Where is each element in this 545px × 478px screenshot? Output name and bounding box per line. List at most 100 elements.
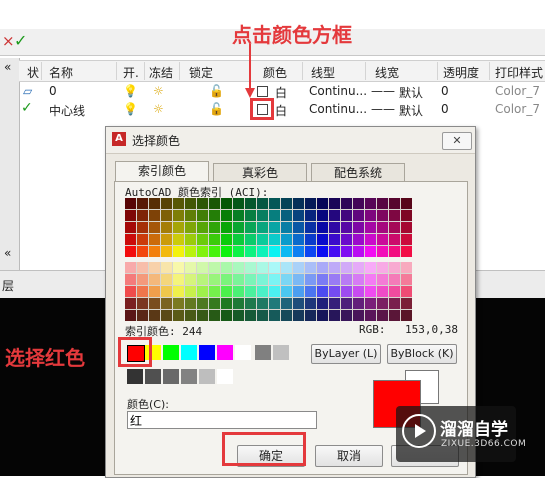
aci-color-cell[interactable] [293,246,304,257]
aci-color-cell[interactable] [221,274,232,285]
aci-color-cell[interactable] [185,298,196,309]
aci-color-cell[interactable] [197,234,208,245]
color-name[interactable]: 白 [275,102,287,119]
aci-color-cell[interactable] [305,210,316,221]
aci-color-cell[interactable] [125,198,136,209]
aci-color-cell[interactable] [257,262,268,273]
aci-color-cell[interactable] [197,210,208,221]
aci-color-cell[interactable] [389,210,400,221]
aci-color-cell[interactable] [317,298,328,309]
aci-color-cell[interactable] [173,286,184,297]
aci-color-cell[interactable] [245,246,256,257]
aci-color-cell[interactable] [329,198,340,209]
swatch-blue[interactable] [199,345,215,360]
aci-color-cell[interactable] [185,210,196,221]
aci-color-cell[interactable] [185,286,196,297]
aci-color-cell[interactable] [137,274,148,285]
aci-color-cell[interactable] [389,274,400,285]
aci-color-cell[interactable] [185,262,196,273]
layer-name[interactable]: 中心线 [49,102,85,119]
aci-color-cell[interactable] [185,198,196,209]
aci-color-cell[interactable] [185,274,196,285]
aci-color-cell[interactable] [197,198,208,209]
aci-color-cell[interactable] [341,210,352,221]
aci-color-cell[interactable] [365,310,376,321]
aci-color-cell[interactable] [197,222,208,233]
aci-color-cell[interactable] [365,298,376,309]
layer-row[interactable]: ▱ 0 💡 ☼ 🔓 白 Continu... —— 默认 0 Color_7 [19,82,545,100]
aci-color-cell[interactable] [173,298,184,309]
aci-color-cell[interactable] [257,310,268,321]
aci-color-cell[interactable] [281,274,292,285]
aci-color-cell[interactable] [221,198,232,209]
aci-color-cell[interactable] [365,234,376,245]
tab-index-color[interactable]: 索引颜色 [115,161,209,182]
aci-color-cell[interactable] [125,274,136,285]
aci-color-cell[interactable] [185,310,196,321]
aci-color-cell[interactable] [245,298,256,309]
aci-color-cell[interactable] [281,222,292,233]
aci-color-cell[interactable] [221,210,232,221]
aci-color-cell[interactable] [209,310,220,321]
aci-color-cell[interactable] [209,198,220,209]
aci-color-cell[interactable] [197,286,208,297]
aci-color-cell[interactable] [317,274,328,285]
aci-color-cell[interactable] [317,198,328,209]
aci-color-cell[interactable] [137,246,148,257]
aci-shade-palette[interactable] [125,262,412,321]
aci-color-cell[interactable] [329,210,340,221]
aci-color-cell[interactable] [233,298,244,309]
swatch-gray-ramp[interactable] [145,369,161,384]
aci-color-cell[interactable] [329,234,340,245]
aci-color-cell[interactable] [341,198,352,209]
aci-color-cell[interactable] [161,298,172,309]
aci-color-cell[interactable] [137,262,148,273]
aci-color-cell[interactable] [149,286,160,297]
aci-color-cell[interactable] [125,246,136,257]
aci-color-cell[interactable] [329,222,340,233]
aci-color-cell[interactable] [137,286,148,297]
aci-color-cell[interactable] [317,246,328,257]
aci-color-cell[interactable] [233,210,244,221]
aci-color-cell[interactable] [161,234,172,245]
aci-color-cell[interactable] [377,246,388,257]
swatch-gray-ramp[interactable] [217,369,233,384]
aci-color-cell[interactable] [125,234,136,245]
aci-color-cell[interactable] [161,210,172,221]
swatch-gray[interactable] [255,345,271,360]
aci-color-cell[interactable] [245,310,256,321]
aci-color-cell[interactable] [329,286,340,297]
aci-color-cell[interactable] [365,198,376,209]
aci-color-cell[interactable] [221,310,232,321]
aci-color-cell[interactable] [353,198,364,209]
aci-color-cell[interactable] [281,246,292,257]
tab-color-books[interactable]: 配色系统 [311,163,405,182]
aci-color-cell[interactable] [305,234,316,245]
aci-color-cell[interactable] [293,298,304,309]
aci-color-cell[interactable] [401,222,412,233]
aci-color-cell[interactable] [305,310,316,321]
aci-color-cell[interactable] [305,198,316,209]
aci-color-cell[interactable] [197,310,208,321]
aci-color-cell[interactable] [233,222,244,233]
layer-row[interactable]: ✓ 中心线 💡 ☼ 🔓 白 Continu... —— 默认 0 Color_7 [19,100,545,118]
aci-color-cell[interactable] [293,286,304,297]
aci-color-cell[interactable] [209,298,220,309]
color-swatch[interactable] [257,84,268,98]
aci-color-cell[interactable] [389,246,400,257]
aci-color-cell[interactable] [365,222,376,233]
aci-color-cell[interactable] [269,246,280,257]
aci-color-cell[interactable] [161,286,172,297]
aci-color-cell[interactable] [233,310,244,321]
aci-color-cell[interactable] [401,262,412,273]
swatch-gray-ramp[interactable] [163,369,179,384]
aci-color-cell[interactable] [257,222,268,233]
aci-color-cell[interactable] [293,234,304,245]
aci-color-cell[interactable] [353,310,364,321]
aci-color-cell[interactable] [209,222,220,233]
col-name[interactable]: 名称 [49,64,73,81]
aci-color-cell[interactable] [281,210,292,221]
col-transparency[interactable]: 透明度 [443,64,479,81]
aci-color-cell[interactable] [269,210,280,221]
lineweight[interactable]: 默认 [399,102,423,119]
